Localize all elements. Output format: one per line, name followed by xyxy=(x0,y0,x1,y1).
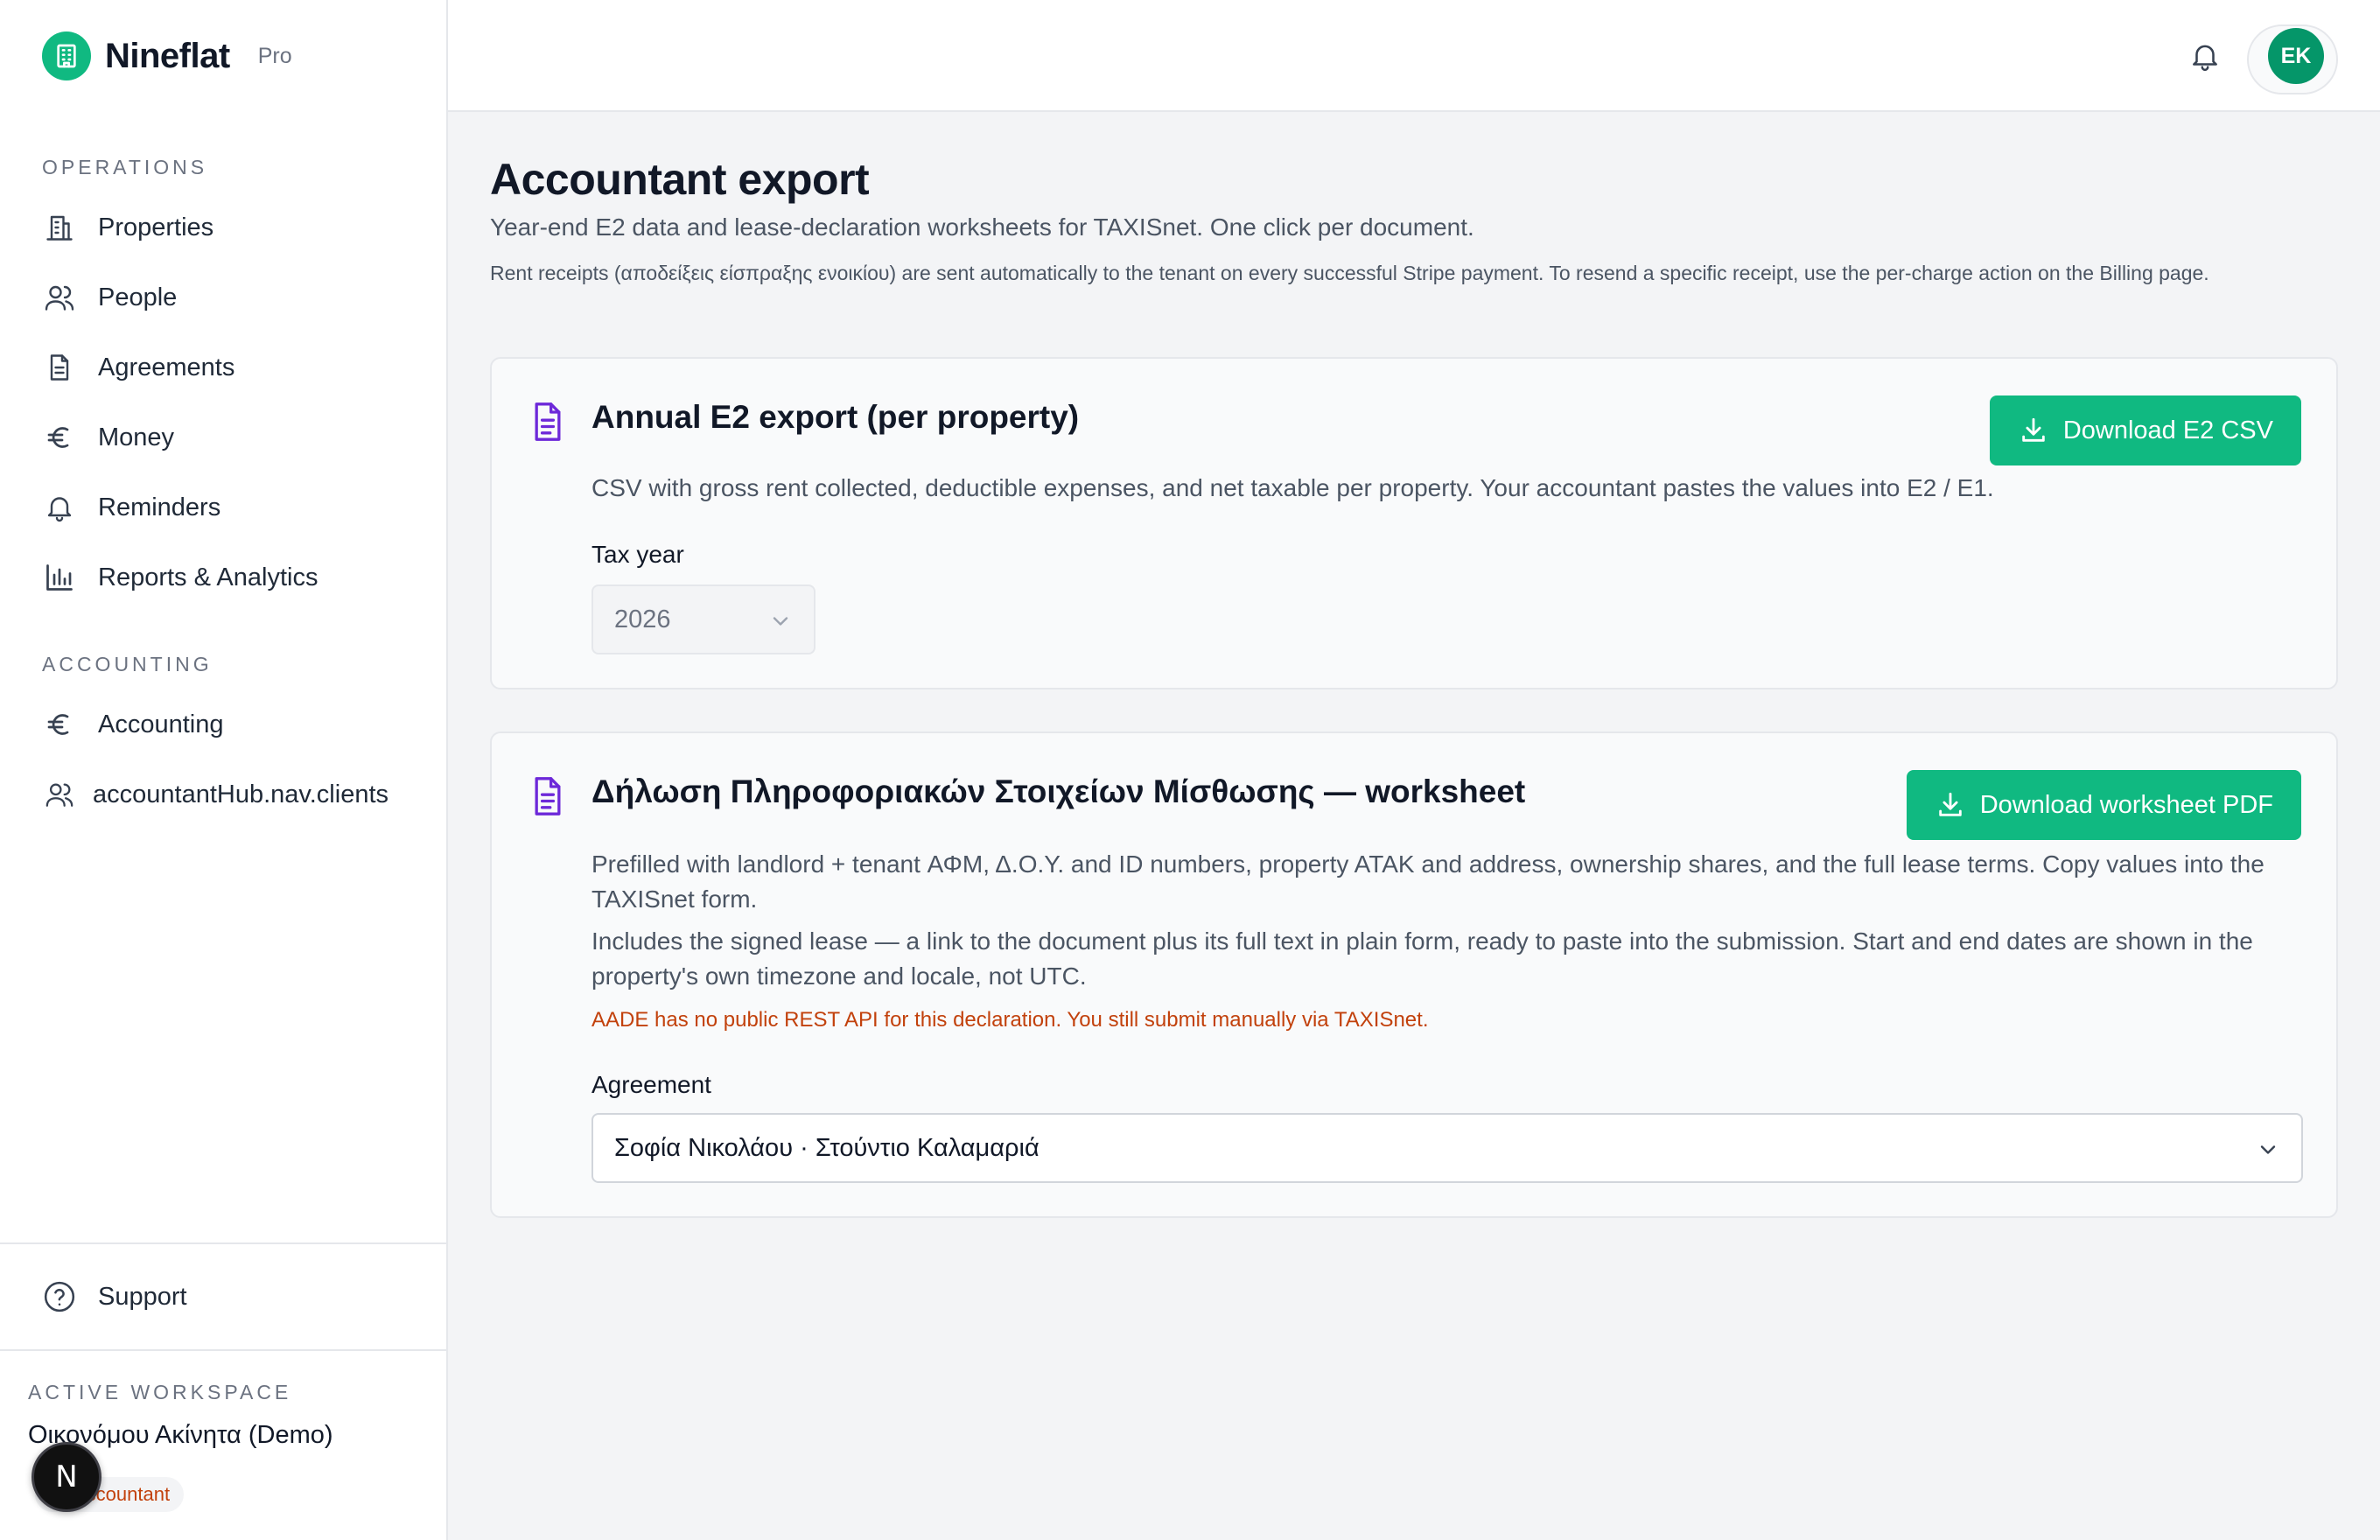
card-title: Annual E2 export (per property) xyxy=(592,399,1080,435)
dev-tools-badge[interactable]: N xyxy=(32,1442,102,1512)
tax-year-select[interactable]: 2026 xyxy=(592,584,816,654)
e2-export-card: Annual E2 export (per property) Download… xyxy=(490,357,2338,690)
card-title: Δήλωση Πληροφοριακών Στοιχείων Μίσθωσης … xyxy=(592,774,1526,809)
building-icon xyxy=(42,210,77,245)
warning-text: AADE has no public REST API for this dec… xyxy=(592,1008,1429,1032)
divider xyxy=(0,1349,448,1351)
section-label-accounting: ACCOUNTING xyxy=(42,653,213,676)
brand[interactable]: Nineflat Pro xyxy=(42,30,292,82)
download-e2-csv-button[interactable]: Download E2 CSV xyxy=(1989,396,2301,466)
agreement-value: Σοφία Νικολάου · Στούντιο Καλαμαριά xyxy=(614,1133,1040,1162)
chevron-down-icon xyxy=(768,609,793,634)
chevron-down-icon xyxy=(2256,1138,2280,1162)
button-label: Download worksheet PDF xyxy=(1979,790,2273,819)
lease-declaration-card: Δήλωση Πληροφοριακών Στοιχείων Μίσθωσης … xyxy=(490,732,2338,1218)
document-icon xyxy=(528,401,567,443)
card-description: CSV with gross rent collected, deductibl… xyxy=(592,474,1994,501)
page-title: Accountant export xyxy=(490,155,870,204)
sidebar-item-properties[interactable]: Properties xyxy=(42,201,214,254)
users-icon xyxy=(42,280,77,315)
sidebar-item-label: Properties xyxy=(98,213,214,242)
sidebar-item-label: Agreements xyxy=(98,353,235,382)
help-circle-icon xyxy=(42,1279,77,1314)
tax-year-value: 2026 xyxy=(614,605,671,634)
agreement-label: Agreement xyxy=(592,1071,711,1098)
euro-icon xyxy=(42,420,77,455)
notifications-bell-icon[interactable] xyxy=(2184,35,2226,77)
divider xyxy=(0,1242,448,1244)
dev-badge-letter: N xyxy=(55,1460,78,1494)
sidebar: Nineflat Pro OPERATIONS Properties Peopl… xyxy=(0,0,448,1540)
sidebar-item-agreements[interactable]: Agreements xyxy=(42,341,234,394)
brand-name: Nineflat xyxy=(105,36,230,75)
support-label: Support xyxy=(98,1282,187,1311)
sidebar-item-reminders[interactable]: Reminders xyxy=(42,481,220,534)
sidebar-item-reports[interactable]: Reports & Analytics xyxy=(42,551,318,604)
building-logo-icon xyxy=(42,32,91,80)
plan-label: Pro xyxy=(257,43,292,68)
bell-icon xyxy=(42,490,77,525)
section-label-operations: OPERATIONS xyxy=(42,156,208,178)
page-note: Rent receipts (αποδείξεις είσπραξης ενοι… xyxy=(490,262,2209,284)
top-bar: EK xyxy=(448,0,2380,112)
section-label-workspace: ACTIVE WORKSPACE xyxy=(28,1381,292,1404)
sidebar-item-people[interactable]: People xyxy=(42,271,177,324)
sidebar-item-label: accountantHub.nav.clients xyxy=(93,780,389,808)
document-icon xyxy=(42,350,77,385)
sidebar-item-label: People xyxy=(98,283,178,312)
sidebar-item-label: Accounting xyxy=(98,710,224,738)
download-icon xyxy=(2018,415,2049,446)
agreement-select[interactable]: Σοφία Νικολάου · Στούντιο Καλαμαριά xyxy=(592,1113,2303,1183)
bar-chart-icon xyxy=(42,560,77,595)
tax-year-label: Tax year xyxy=(592,541,684,568)
document-icon xyxy=(528,775,567,817)
download-icon xyxy=(1935,789,1966,821)
avatar[interactable]: EK xyxy=(2268,28,2324,84)
euro-icon xyxy=(42,707,77,742)
sidebar-item-clients[interactable]: accountantHub.nav.clients xyxy=(42,768,388,821)
card-description-prefill: Prefilled with landlord + tenant ΑΦΜ, Δ.… xyxy=(592,850,2264,913)
users-icon xyxy=(42,777,77,812)
sidebar-item-label: Money xyxy=(98,423,175,452)
page-subtitle: Year-end E2 data and lease-declaration w… xyxy=(490,214,1474,241)
sidebar-item-label: Reminders xyxy=(98,493,221,522)
sidebar-item-accounting[interactable]: Accounting xyxy=(42,698,224,751)
button-label: Download E2 CSV xyxy=(2062,416,2273,444)
card-description-lease: Includes the signed lease — a link to th… xyxy=(592,928,2253,990)
sidebar-item-label: Reports & Analytics xyxy=(98,563,318,592)
support-link[interactable]: Support xyxy=(42,1270,187,1323)
sidebar-item-money[interactable]: Money xyxy=(42,411,174,464)
download-worksheet-pdf-button[interactable]: Download worksheet PDF xyxy=(1906,770,2301,840)
